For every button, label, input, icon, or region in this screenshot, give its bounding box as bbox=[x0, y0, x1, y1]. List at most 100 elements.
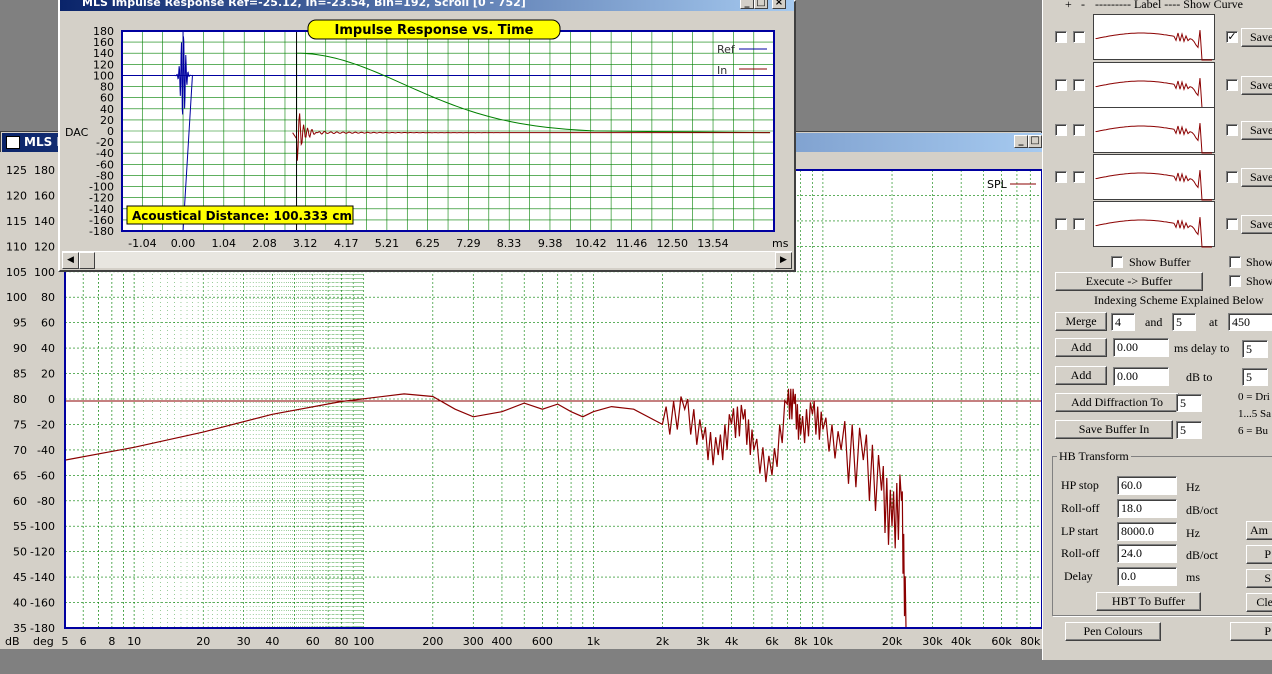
buffer-5-plus-checkbox[interactable] bbox=[1055, 218, 1067, 230]
show-buffer-checkbox[interactable] bbox=[1111, 256, 1123, 268]
buffer-3-thumbnail[interactable] bbox=[1093, 107, 1215, 154]
add-delay-input[interactable]: 0.00 bbox=[1113, 338, 1169, 357]
s-button[interactable]: S bbox=[1246, 569, 1272, 588]
x-tick-label: 10.42 bbox=[575, 237, 607, 250]
x-tick-label: 5.21 bbox=[375, 237, 400, 250]
indexing-scheme-text: Indexing Scheme Explained Below bbox=[1094, 293, 1264, 307]
close-icon[interactable]: × bbox=[772, 0, 786, 9]
buffer-4-plus-checkbox[interactable] bbox=[1055, 171, 1067, 183]
diffraction-target-input[interactable]: 5 bbox=[1176, 394, 1202, 412]
buffer-3-save-button[interactable]: Save bbox=[1241, 121, 1272, 140]
freq-tick-label: 6 bbox=[80, 635, 87, 648]
buffer-1-plus-checkbox[interactable] bbox=[1055, 31, 1067, 43]
db-tick-label: 110 bbox=[6, 240, 27, 253]
scroll-right-icon[interactable]: ▶ bbox=[775, 252, 792, 269]
x-tick-label: 12.50 bbox=[656, 237, 688, 250]
buffer-1-save-button[interactable]: Save bbox=[1241, 28, 1272, 47]
buffer-2-plus-checkbox[interactable] bbox=[1055, 79, 1067, 91]
rolloff-lp-input[interactable]: 24.0 bbox=[1117, 544, 1177, 563]
x-tick-label: 6.25 bbox=[415, 237, 440, 250]
impulse-horizontal-scrollbar[interactable]: ◀ ▶ bbox=[62, 251, 792, 269]
save-buffer-in-button[interactable]: Save Buffer In bbox=[1055, 420, 1173, 439]
db-tick-label: 105 bbox=[6, 266, 27, 279]
maximize-icon[interactable]: □ bbox=[754, 0, 768, 9]
impulse-response-chart: Impulse Response vs. Time 18016014012010… bbox=[62, 11, 792, 251]
buffer-2-show-checkbox[interactable] bbox=[1226, 79, 1238, 91]
buffer-4-thumbnail[interactable] bbox=[1093, 154, 1215, 201]
x-tick-label: 3.12 bbox=[293, 237, 318, 250]
scroll-thumb[interactable] bbox=[79, 252, 95, 269]
freq-tick-label: 400 bbox=[491, 635, 512, 648]
add-diffraction-button[interactable]: Add Diffraction To bbox=[1055, 393, 1179, 412]
db-tick-label: 120 bbox=[6, 189, 27, 202]
p-button[interactable]: P bbox=[1246, 545, 1272, 564]
amplitude-button[interactable]: Am bbox=[1246, 521, 1272, 540]
hp-stop-input[interactable]: 60.0 bbox=[1117, 476, 1177, 495]
deg-tick-label: -140 bbox=[30, 571, 55, 584]
add-db-button[interactable]: Add bbox=[1055, 366, 1107, 385]
save-buffer-target-input[interactable]: 5 bbox=[1176, 421, 1202, 439]
buffer-5-show-checkbox[interactable] bbox=[1226, 218, 1238, 230]
hbt-to-buffer-button[interactable]: HBT To Buffer bbox=[1096, 592, 1201, 611]
lp-start-unit: Hz bbox=[1186, 526, 1200, 540]
merge-second-input[interactable]: 5 bbox=[1172, 313, 1196, 331]
impulse-chart-title: Impulse Response vs. Time bbox=[335, 23, 534, 38]
buffer-4-minus-checkbox[interactable] bbox=[1073, 171, 1085, 183]
freq-tick-label: 4k bbox=[725, 635, 739, 648]
add-db-input[interactable]: 0.00 bbox=[1113, 367, 1169, 386]
deg-tick-label: -60 bbox=[37, 469, 55, 482]
in-legend-label: In bbox=[717, 64, 727, 77]
rolloff-hp-unit: dB/oct bbox=[1186, 503, 1218, 517]
p2-button[interactable]: P bbox=[1230, 622, 1272, 641]
add-delay-button[interactable]: Add bbox=[1055, 338, 1107, 357]
freq-tick-label: 20k bbox=[882, 635, 903, 648]
buffer-5-thumbnail[interactable] bbox=[1093, 201, 1215, 248]
pen-colours-button[interactable]: Pen Colours bbox=[1065, 622, 1161, 641]
buffer-5-save-button[interactable]: Save bbox=[1241, 215, 1272, 234]
buffer-1-minus-checkbox[interactable] bbox=[1073, 31, 1085, 43]
hp-stop-label: HP stop bbox=[1061, 478, 1099, 492]
minimize-icon[interactable]: _ bbox=[740, 0, 754, 9]
add-delay-target-input[interactable]: 5 bbox=[1242, 340, 1268, 358]
buffer-2-minus-checkbox[interactable] bbox=[1073, 79, 1085, 91]
freq-tick-label: 30k bbox=[922, 635, 943, 648]
merge-button[interactable]: Merge bbox=[1055, 312, 1107, 331]
buffer-3-minus-checkbox[interactable] bbox=[1073, 124, 1085, 136]
db-tick-label: 60 bbox=[13, 495, 27, 508]
buffer-2-thumbnail[interactable] bbox=[1093, 62, 1215, 109]
acoustical-distance-label: Acoustical Distance: 100.333 cm bbox=[132, 209, 352, 223]
lp-start-input[interactable]: 8000.0 bbox=[1117, 522, 1177, 541]
freq-tick-label: 10 bbox=[127, 635, 141, 648]
db-tick-label: 100 bbox=[6, 291, 27, 304]
ms-delay-to-label: ms delay to bbox=[1174, 341, 1230, 355]
scroll-left-icon[interactable]: ◀ bbox=[62, 252, 79, 269]
minimize-icon[interactable]: _ bbox=[1014, 135, 1028, 148]
rolloff-hp-input[interactable]: 18.0 bbox=[1117, 499, 1177, 518]
buffer-5-minus-checkbox[interactable] bbox=[1073, 218, 1085, 230]
show-option-checkbox[interactable] bbox=[1229, 256, 1241, 268]
add-db-target-input[interactable]: 5 bbox=[1242, 368, 1268, 386]
clear-button[interactable]: Cle bbox=[1246, 593, 1272, 612]
freq-tick-label: 80 bbox=[334, 635, 348, 648]
show-option-checkbox-2[interactable] bbox=[1229, 275, 1241, 287]
buffer-3-plus-checkbox[interactable] bbox=[1055, 124, 1067, 136]
buffer-4-save-button[interactable]: Save bbox=[1241, 168, 1272, 187]
buffer-1-show-checkbox[interactable]: ✓ bbox=[1226, 31, 1238, 43]
buffer-2-save-button[interactable]: Save bbox=[1241, 76, 1272, 95]
deg-tick-label: 60 bbox=[41, 317, 55, 330]
maximize-icon[interactable]: □ bbox=[1028, 135, 1042, 148]
buffer-1-thumbnail[interactable] bbox=[1093, 14, 1215, 61]
execute-to-buffer-button[interactable]: Execute -> Buffer bbox=[1055, 272, 1203, 291]
merge-first-input[interactable]: 4 bbox=[1111, 313, 1135, 331]
freq-tick-label: 3k bbox=[696, 635, 710, 648]
deg-tick-label: -40 bbox=[37, 444, 55, 457]
delay-label: Delay bbox=[1064, 569, 1093, 583]
impulse-window-titlebar[interactable]: MLS Impulse Response Ref=-25.12, In=-23.… bbox=[60, 0, 794, 11]
delay-input[interactable]: 0.0 bbox=[1117, 567, 1177, 586]
db-tick-label: 55 bbox=[13, 520, 27, 533]
deg-tick-label: -100 bbox=[30, 520, 55, 533]
x-tick-label: 7.29 bbox=[456, 237, 481, 250]
buffer-3-show-checkbox[interactable] bbox=[1226, 124, 1238, 136]
merge-at-input[interactable]: 450 bbox=[1228, 313, 1272, 331]
buffer-4-show-checkbox[interactable] bbox=[1226, 171, 1238, 183]
